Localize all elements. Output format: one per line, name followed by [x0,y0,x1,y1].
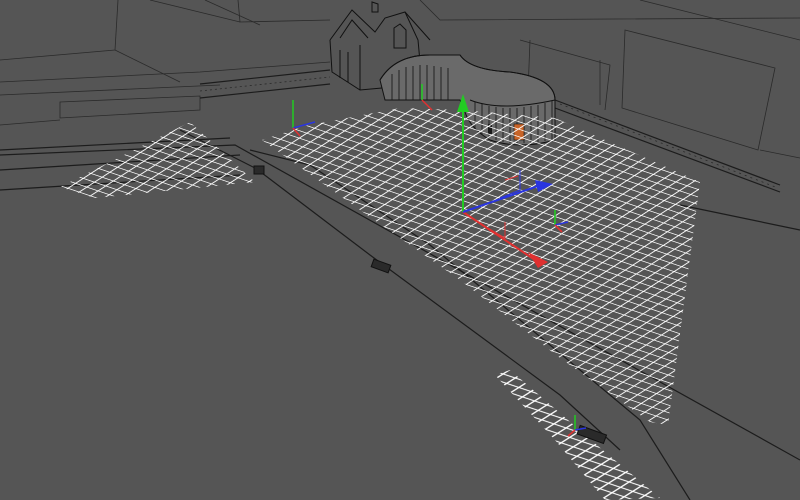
main-grid-mesh[interactable] [262,108,700,425]
bench-prop[interactable] [370,258,392,274]
3d-viewport[interactable] [0,0,800,500]
bench-prop[interactable] [253,165,265,175]
left-grid-mesh[interactable] [60,122,255,198]
